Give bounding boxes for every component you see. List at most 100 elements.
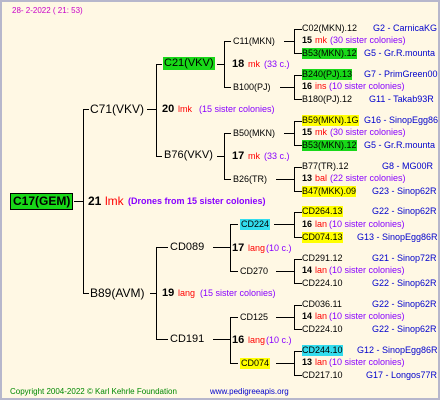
gen4-reference: G13 - SinopEgg86R — [357, 232, 438, 242]
gen1-node-label[interactable]: C71(VKV) — [90, 102, 144, 116]
gen2-node-label[interactable]: B76(VKV) — [164, 149, 213, 162]
gen2-breeder-abbr: mk — [248, 151, 260, 161]
root-number: 21 — [88, 194, 102, 208]
gen4-node-label[interactable]: CD264.13 — [302, 206, 343, 217]
connector — [294, 259, 302, 260]
connector — [224, 41, 231, 42]
connector — [156, 247, 168, 248]
gen3-number: 14 — [302, 265, 313, 275]
gen3-breeder-abbr: mk — [315, 35, 327, 45]
gen1-node-label[interactable]: B89(AVM) — [90, 286, 144, 300]
gen3-sister-note: (10 sister colonies) — [329, 265, 405, 275]
gen4-node-label[interactable]: B77(TR).12 — [302, 161, 349, 172]
root-queen-label[interactable]: C17(GEM) — [10, 193, 74, 210]
gen2-sister-note: (10 c.) — [266, 335, 292, 345]
connector — [224, 179, 231, 180]
gen4-node-label[interactable]: C02(MKN).12 — [302, 23, 357, 34]
connector — [294, 375, 302, 376]
gen4-reference: G5 - Gr.R.mounta — [364, 140, 436, 150]
gen3-breeder-abbr: mk — [315, 127, 327, 137]
connector — [224, 87, 231, 88]
connector — [83, 293, 89, 294]
gen2-breeder-abbr: lang — [248, 243, 266, 253]
connector — [83, 109, 84, 293]
gen3-number: 13 — [302, 173, 313, 183]
connector — [294, 283, 302, 284]
gen3-number: 13 — [302, 357, 313, 367]
connector — [217, 64, 225, 65]
connector — [230, 317, 238, 318]
connector — [217, 156, 225, 157]
gen2-node-label[interactable]: C21(VKV) — [163, 57, 215, 70]
gen3-breeder-abbr: ins — [315, 81, 327, 91]
connector — [294, 305, 302, 306]
gen4-node-label[interactable]: CD074.13 — [302, 232, 343, 243]
gen4-node-label[interactable]: B240(PJ).13 — [302, 69, 353, 80]
gen4-node-label[interactable]: CD244.10 — [302, 345, 343, 356]
gen3-breeder-abbr: lan — [315, 219, 328, 229]
gen3-node-label[interactable]: CD270 — [240, 266, 268, 277]
gen3-number: 14 — [302, 311, 313, 321]
gen3-sister-note: (10 sister colonies) — [329, 81, 405, 91]
gen3-node-label[interactable]: CD224 — [240, 219, 271, 230]
gen3-node-label[interactable]: C11(MKN) — [233, 36, 275, 47]
gen1-number: 19 — [162, 287, 175, 299]
gen4-reference: G22 - Sinop62R — [372, 324, 437, 334]
gen2-node-label[interactable]: CD089 — [170, 241, 204, 254]
website-link[interactable]: www.pedigreeapis.org — [210, 386, 289, 397]
gen3-node-label[interactable]: CD074 — [240, 358, 271, 369]
gen4-node-label[interactable]: CD291.12 — [302, 253, 343, 264]
gen4-node-label[interactable]: B53(MKN).12 — [302, 140, 357, 151]
connector — [294, 99, 302, 100]
connector — [280, 87, 295, 88]
gen3-breeder-abbr: bal — [315, 173, 328, 183]
gen3-node-label[interactable]: B26(TR) — [233, 174, 267, 185]
connector — [284, 41, 295, 42]
connector — [156, 64, 157, 156]
gen1-sister-note: (15 sister colonies) — [199, 104, 275, 114]
gen3-sister-note: (10 sister colonies) — [329, 357, 405, 367]
gen4-node-label[interactable]: B180(PJ).12 — [302, 94, 352, 105]
connector — [294, 75, 302, 76]
gen2-node-label[interactable]: CD191 — [170, 333, 204, 346]
gen3-number: 15 — [302, 127, 313, 137]
gen3-node-label[interactable]: B50(MKN) — [233, 128, 275, 139]
gen4-reference: G11 - Takab93R — [369, 94, 434, 104]
gen4-node-label[interactable]: CD036.11 — [302, 299, 342, 310]
gen4-node-label[interactable]: CD217.10 — [302, 370, 343, 381]
connector — [284, 133, 295, 134]
gen4-node-label[interactable]: B53(MKN).12 — [302, 48, 357, 59]
gen2-number: 17 — [232, 242, 245, 254]
date-stamp: 28- 2-2022 ( 21: 53) — [12, 6, 83, 15]
gen4-reference: G22 - Sinop62R — [372, 299, 437, 309]
gen3-node-label[interactable]: B100(PJ) — [233, 82, 271, 93]
gen4-node-label[interactable]: CD224.10 — [302, 278, 343, 289]
pedigree-chart: { "date": "28- 2-2022 ( 21: 53)", "root"… — [0, 0, 440, 400]
root-drone-note: (Drones from 15 sister colonies) — [128, 196, 266, 206]
gen1-sister-note: (15 sister colonies) — [200, 288, 276, 298]
gen3-sister-note: (30 sister colonies) — [330, 35, 406, 45]
gen4-reference: G23 - Sinop62R — [372, 186, 437, 196]
gen4-node-label[interactable]: B59(MKN).1G — [302, 115, 359, 126]
gen3-node-label[interactable]: CD125 — [240, 312, 268, 323]
gen4-node-label[interactable]: CD224.10 — [302, 324, 343, 335]
connector — [230, 363, 238, 364]
gen4-node-label[interactable]: B47(MKK).09 — [302, 186, 357, 197]
connector — [294, 145, 302, 146]
connector — [230, 317, 231, 363]
gen2-sister-note: (10 c.) — [266, 243, 292, 253]
connector — [294, 53, 302, 54]
gen2-sister-note: (33 c.) — [264, 59, 290, 69]
connector — [294, 167, 302, 168]
connector — [294, 29, 302, 30]
gen2-number: 16 — [232, 334, 245, 346]
connector — [156, 156, 162, 157]
gen2-number: 17 — [232, 150, 245, 162]
gen1-breeder-abbr: lmk — [178, 104, 192, 114]
gen3-sister-note: (22 sister colonies) — [330, 173, 406, 183]
gen1-breeder-abbr: lang — [178, 288, 196, 298]
connector — [294, 329, 302, 330]
gen4-reference: G22 - Sinop62R — [372, 278, 437, 288]
gen2-sister-note: (33 c.) — [264, 151, 290, 161]
connector — [224, 133, 231, 134]
